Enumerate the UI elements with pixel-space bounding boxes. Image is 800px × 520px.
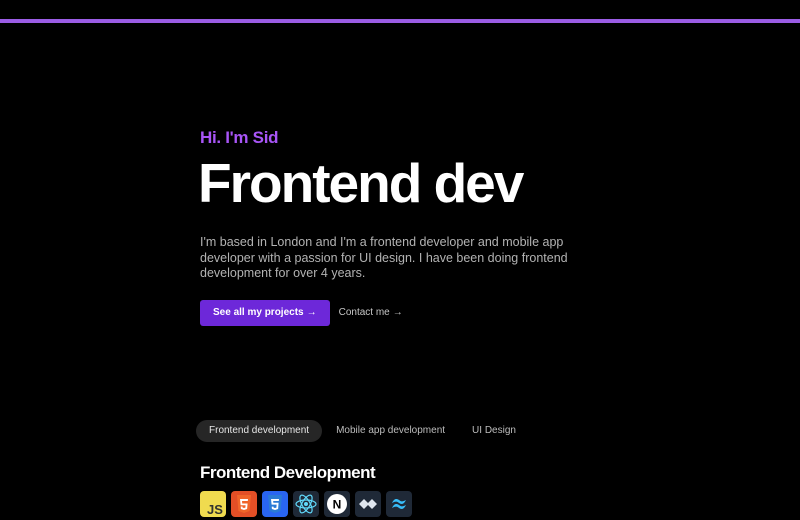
contact-link[interactable]: Contact me →: [339, 307, 403, 318]
svg-text:JS: JS: [207, 502, 223, 517]
vue-icon: [355, 491, 381, 517]
section-title: Frontend Development: [200, 463, 376, 482]
tech-icon-row: JS N: [200, 491, 412, 517]
react-icon: [293, 491, 319, 517]
headline: Frontend dev: [198, 152, 524, 214]
hero-section: Hi. I'm Sid Frontend dev I'm based in Lo…: [198, 128, 620, 326]
tab-frontend-development[interactable]: Frontend development: [196, 420, 323, 442]
greeting: Hi. I'm Sid: [200, 128, 279, 147]
tab-mobile-app-development[interactable]: Mobile app development: [323, 420, 458, 442]
arrow-right-icon: →: [392, 307, 403, 318]
tailwind-icon: [386, 491, 412, 517]
see-projects-button[interactable]: See all my projects →: [200, 299, 330, 326]
cta-row: See all my projects → Contact me →: [200, 299, 620, 326]
html5-icon: [231, 491, 257, 517]
skills-tabs: Frontend development Mobile app developm…: [196, 420, 530, 442]
javascript-icon: JS: [200, 491, 226, 517]
svg-text:N: N: [333, 498, 342, 512]
tab-ui-design[interactable]: UI Design: [459, 420, 529, 442]
see-projects-label: See all my projects: [213, 306, 304, 318]
intro-paragraph: I'm based in London and I'm a frontend d…: [200, 235, 568, 280]
top-accent-bar: [0, 19, 800, 23]
css3-icon: [262, 491, 288, 517]
arrow-right-icon: →: [306, 306, 317, 318]
contact-label: Contact me: [338, 307, 390, 318]
nextjs-icon: N: [324, 491, 350, 517]
page: Hi. I'm Sid Frontend dev I'm based in Lo…: [0, 0, 800, 520]
